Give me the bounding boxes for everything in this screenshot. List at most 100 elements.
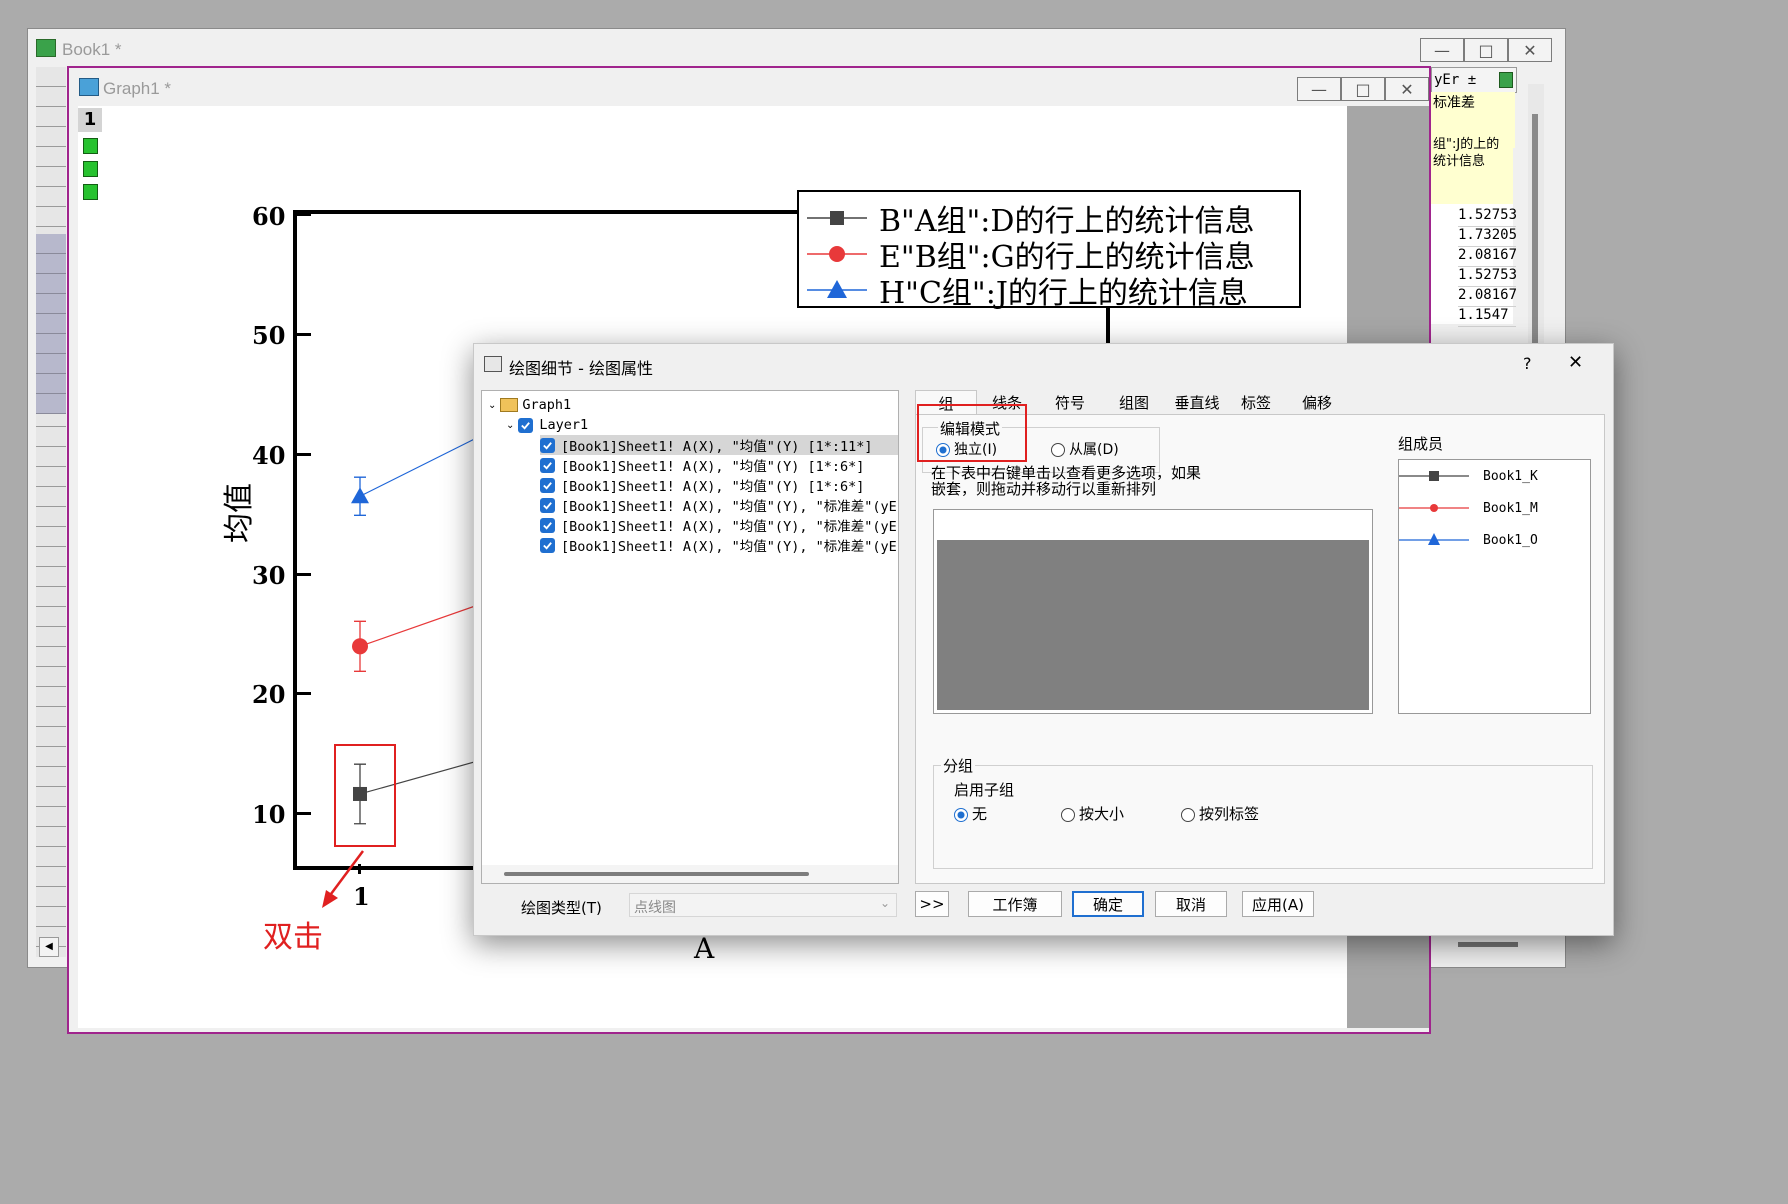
more-button[interactable]: >> xyxy=(915,891,949,917)
value-cell[interactable]: 1.52753 xyxy=(1458,207,1517,227)
highlight-box xyxy=(917,404,1027,462)
checkbox-icon[interactable] xyxy=(540,437,555,453)
tree-item[interactable]: [Book1]Sheet1! A(X), "均值"(Y) [1*:11*] xyxy=(540,435,898,455)
hint-line: 在下表中右键单击以查看更多选项，如果 xyxy=(931,464,1202,482)
folder-icon xyxy=(500,398,519,412)
tree-item-label: [Book1]Sheet1! A(X), "均值"(Y) [1*:11*] xyxy=(561,439,873,455)
tree-item[interactable]: [Book1]Sheet1! A(X), "均值"(Y), "标准差"(yE xyxy=(540,495,897,515)
tree-item[interactable]: [Book1]Sheet1! A(X), "均值"(Y), "标准差"(yE xyxy=(540,535,897,555)
tab-drop-lines[interactable]: 组图 xyxy=(1103,390,1165,414)
graph1-maximize-button[interactable]: □ xyxy=(1341,77,1385,101)
member-triangle-marker xyxy=(1399,533,1469,545)
radio-label: 从属(D) xyxy=(1069,442,1119,458)
legend[interactable]: B"A组":D的行上的统计信息 E"B组":G的行上的统计信息 H"C组":J的… xyxy=(797,190,1301,311)
tree-layer[interactable]: ⌄ Layer1 xyxy=(506,415,588,435)
tab-symbol[interactable]: 符号 xyxy=(1039,390,1101,414)
radio-icon[interactable] xyxy=(1061,807,1075,822)
expand-icon[interactable]: ⌄ xyxy=(506,420,514,431)
radio-subgroup-column-label[interactable]: 按列标签 xyxy=(1181,803,1259,824)
tree-item-label: [Book1]Sheet1! A(X), "均值"(Y) [1*:6*] xyxy=(561,479,865,495)
book1-maximize-button[interactable]: □ xyxy=(1464,38,1508,62)
book1-close-button[interactable]: ✕ xyxy=(1508,38,1552,62)
row-header-strip xyxy=(36,67,66,957)
row-header-selected xyxy=(36,234,66,414)
value-cell[interactable]: 2.08167 xyxy=(1458,247,1517,267)
graph1-title: Graph1 * xyxy=(103,79,172,98)
group-table[interactable] xyxy=(933,509,1373,714)
tab-content-panel: 编辑模式 独立(I) 从属(D) 在下表中右键单击以查看更多选项，如果 嵌套，则… xyxy=(915,404,1605,884)
tree-item[interactable]: [Book1]Sheet1! A(X), "均值"(Y) [1*:6*] xyxy=(540,475,864,495)
value-cell[interactable]: 2.08167 xyxy=(1458,287,1517,307)
lock-icon xyxy=(1499,72,1513,88)
member-circle-marker xyxy=(1399,504,1469,512)
chevron-down-icon: ⌄ xyxy=(879,896,890,910)
ok-button[interactable]: 确定 xyxy=(1072,891,1144,917)
dialog-close-button[interactable]: ✕ xyxy=(1568,352,1583,373)
radio-dependent[interactable]: 从属(D) xyxy=(1051,439,1119,459)
enable-subgroup-label: 启用子组 xyxy=(954,781,1015,799)
checkbox-icon[interactable] xyxy=(540,477,555,493)
checkbox-icon[interactable] xyxy=(540,517,555,533)
radio-icon[interactable] xyxy=(1051,443,1065,457)
tree-layer-label: Layer1 xyxy=(539,417,589,433)
column-header-label: yEr ± xyxy=(1434,72,1477,88)
help-button[interactable]: ? xyxy=(1523,354,1532,373)
member-item[interactable]: Book1_O xyxy=(1399,530,1538,550)
plot-tree[interactable]: ⌄ Graph1 ⌄ Layer1 [Book1]Sheet1! A(X), "… xyxy=(481,390,899,884)
member-label: Book1_O xyxy=(1483,532,1538,548)
radio-subgroup-none[interactable]: 无 xyxy=(954,803,987,824)
radio-label: 按列标签 xyxy=(1199,805,1260,823)
member-square-marker xyxy=(1399,471,1469,481)
tab-offset[interactable]: 偏移 xyxy=(1286,390,1348,414)
value-cell[interactable]: 1.73205 xyxy=(1458,227,1517,247)
book1-title: Book1 * xyxy=(62,40,122,59)
radio-subgroup-size[interactable]: 按大小 xyxy=(1061,803,1124,824)
members-label: 组成员 xyxy=(1398,435,1444,453)
member-label: Book1_M xyxy=(1483,500,1538,516)
column-header[interactable]: yEr ± xyxy=(1431,67,1517,93)
checkbox-icon[interactable] xyxy=(540,457,555,473)
radio-selected-icon[interactable] xyxy=(954,807,968,822)
cancel-button[interactable]: 取消 xyxy=(1155,891,1227,917)
tab-vertical-lines[interactable]: 垂直线 xyxy=(1166,390,1228,414)
members-list[interactable]: Book1_K Book1_M Book1_O xyxy=(1398,459,1591,714)
checkbox-icon[interactable] xyxy=(540,537,555,553)
legend-label: H"C组":J的行上的统计信息 xyxy=(879,276,1248,311)
member-item[interactable]: Book1_M xyxy=(1399,498,1538,518)
tree-item-label: [Book1]Sheet1! A(X), "均值"(Y), "标准差"(yE xyxy=(561,499,897,515)
tree-item-label: [Book1]Sheet1! A(X), "均值"(Y), "标准差"(yE xyxy=(561,519,897,535)
long-name-text: 标准差 xyxy=(1433,95,1475,111)
apply-button[interactable]: 应用(A) xyxy=(1242,891,1314,917)
expand-icon[interactable]: ⌄ xyxy=(488,400,496,411)
dialog-icon xyxy=(484,356,502,372)
workbook-button[interactable]: 工作簿 xyxy=(968,891,1062,917)
checkbox-icon[interactable] xyxy=(540,497,555,513)
data-point-triangle[interactable] xyxy=(351,487,369,504)
subgroup-group xyxy=(933,765,1593,869)
value-cell[interactable]: 1.1547 xyxy=(1458,307,1516,327)
radio-icon[interactable] xyxy=(1181,807,1195,822)
tree-item[interactable]: [Book1]Sheet1! A(X), "均值"(Y), "标准差"(yE xyxy=(540,515,897,535)
plot-type-select[interactable]: 点线图 ⌄ xyxy=(629,893,897,917)
graph1-minimize-button[interactable]: — xyxy=(1297,77,1341,101)
graph-icon xyxy=(79,78,99,96)
legend-triangle-marker xyxy=(807,280,867,298)
checkbox-icon[interactable] xyxy=(518,417,534,433)
book1-minimize-button[interactable]: — xyxy=(1420,38,1464,62)
tab-labels[interactable]: 标签 xyxy=(1228,390,1284,414)
graph1-close-button[interactable]: ✕ xyxy=(1385,77,1429,101)
legend-circle-marker xyxy=(807,246,867,262)
legend-entry: H"C组":J的行上的统计信息 xyxy=(807,268,1248,312)
data-point-circle[interactable] xyxy=(352,638,368,655)
dialog-title: 绘图细节 - 绘图属性 xyxy=(509,359,653,378)
tree-horizontal-scrollbar[interactable] xyxy=(482,865,898,883)
tree-root[interactable]: ⌄ Graph1 xyxy=(488,395,571,415)
scroll-left-button[interactable]: ◀ xyxy=(39,937,59,957)
member-item[interactable]: Book1_K xyxy=(1399,466,1538,486)
workbook-icon xyxy=(36,39,56,57)
member-label: Book1_K xyxy=(1483,468,1538,484)
tree-item[interactable]: [Book1]Sheet1! A(X), "均值"(Y) [1*:6*] xyxy=(540,455,864,475)
horizontal-scrollbar-thumb[interactable] xyxy=(1458,942,1518,947)
plot-details-dialog[interactable]: 绘图细节 - 绘图属性 ? ✕ ⌄ Graph1 ⌄ Layer1 [Book1… xyxy=(473,343,1614,936)
value-cell[interactable]: 1.52753 xyxy=(1458,267,1517,287)
